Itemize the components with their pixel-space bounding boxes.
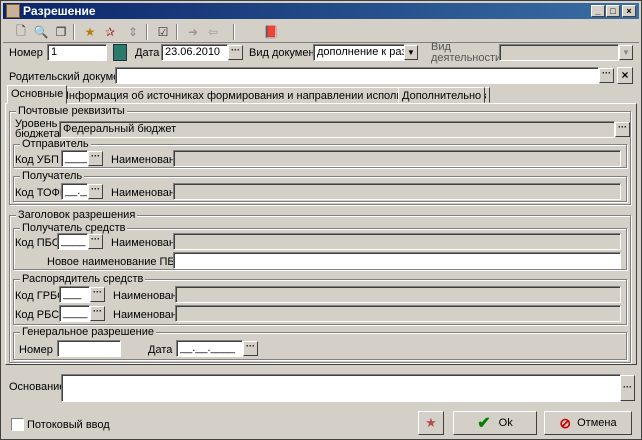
stream-input-checkbox[interactable] <box>11 418 24 431</box>
rbs-code-field[interactable]: ____ <box>59 305 90 322</box>
back-icon[interactable]: ⇦ <box>203 23 223 41</box>
new-doc-icon[interactable]: 🗋 <box>11 23 31 41</box>
toolbar: 🗋 🔍 ❐ ★ ✰ ⇕ ☑ ➜ ⇦ 📕 <box>3 21 639 43</box>
basis-browse-button[interactable]: ··· <box>620 375 635 401</box>
tab-main[interactable]: Основные <box>7 85 68 104</box>
pbs-code-label: Код ПБС <box>15 237 60 249</box>
pbs-code-field[interactable]: ____ <box>57 233 88 250</box>
receiver-code-field[interactable]: __.__ <box>61 183 88 200</box>
star-icon: ★ <box>425 415 437 430</box>
star-add-icon[interactable]: ★ <box>80 23 100 41</box>
gen-date-field[interactable]: __.__.____ <box>176 340 243 357</box>
basis-label: Основание <box>9 381 66 393</box>
maximize-button[interactable]: □ <box>606 5 620 17</box>
cancel-label: Отмена <box>577 417 617 429</box>
rbs-code-browse-button[interactable]: ··· <box>90 306 105 321</box>
doctype-select[interactable]: дополнение к разреше <box>313 44 405 61</box>
stream-input-label: Потоковый ввод <box>27 419 110 431</box>
chevron-down-icon[interactable]: ▼ <box>619 45 633 60</box>
gen-number-label: Номер <box>19 344 53 356</box>
parent-doc-field[interactable] <box>115 67 599 84</box>
receiver-name-field[interactable] <box>173 183 621 200</box>
favorite-button[interactable]: ★ <box>418 411 444 435</box>
budget-label: Уровень бюджета <box>15 118 60 140</box>
chevron-down-icon[interactable]: ▼ <box>404 45 418 60</box>
book-icon[interactable]: 📕 <box>261 23 281 41</box>
basis-field[interactable] <box>61 374 621 402</box>
parent-doc-browse-button[interactable]: ··· <box>599 68 614 83</box>
budget-browse-button[interactable]: ··· <box>615 122 630 137</box>
ok-button[interactable]: ✔ Ok <box>453 411 537 435</box>
grbs-code-label: Код ГРБС <box>15 290 66 302</box>
title-bar: Разрешение _ □ × <box>3 3 639 19</box>
sender-code-browse-button[interactable]: ··· <box>88 151 103 166</box>
number-label: Номер <box>9 47 43 59</box>
pbs-name-field[interactable] <box>173 233 621 250</box>
grbs-code-field[interactable]: ___ <box>59 286 90 303</box>
forward-icon[interactable]: ➜ <box>183 23 203 41</box>
postal-group-title: Почтовые реквизиты <box>16 105 127 117</box>
sender-code-field[interactable]: ____ <box>61 150 88 167</box>
sender-group-title: Отправитель <box>20 138 91 150</box>
pbs-code-browse-button[interactable]: ··· <box>88 234 103 249</box>
number-field[interactable]: 1 <box>47 44 107 61</box>
grbs-name-field[interactable] <box>175 286 621 303</box>
parent-doc-label: Родительский документ <box>9 71 131 83</box>
refresh-icon[interactable]: ⇕ <box>123 23 143 41</box>
sender-name-field[interactable] <box>173 150 621 167</box>
checkmark-icon: ✔ <box>477 415 491 432</box>
date-picker-button[interactable]: ··· <box>228 45 243 60</box>
minimize-button[interactable]: _ <box>591 5 605 17</box>
activity-label: Вид деятельности <box>431 41 502 64</box>
copy-doc-icon[interactable]: ❐ <box>51 23 71 41</box>
ok-label: Ok <box>498 417 513 429</box>
cancel-icon: ⊘ <box>559 414 572 431</box>
date-field[interactable]: 23.06.2010 <box>161 44 228 61</box>
calculator-icon[interactable] <box>113 44 127 61</box>
permission-window: Разрешение _ □ × 🗋 🔍 ❐ ★ ✰ ⇕ ☑ ➜ ⇦ 📕 Ном… <box>0 0 642 440</box>
window-icon <box>6 4 20 18</box>
checklist-icon[interactable]: ☑ <box>153 23 173 41</box>
window-title: Разрешение <box>23 4 96 18</box>
date-label: Дата <box>135 47 160 59</box>
close-button[interactable]: × <box>622 5 636 17</box>
rbs-code-label: Код РБС <box>15 309 60 321</box>
tab-additional[interactable]: Дополнительно <box>398 87 486 103</box>
clear-parent-button[interactable]: × <box>617 67 633 84</box>
view-doc-icon[interactable]: 🔍 <box>31 23 51 41</box>
gen-number-field[interactable] <box>57 340 121 357</box>
gen-date-label: Дата <box>148 344 173 356</box>
grbs-code-browse-button[interactable]: ··· <box>90 287 105 302</box>
permission-header-title: Заголовок разрешения <box>16 209 138 221</box>
star-remove-icon[interactable]: ✰ <box>100 23 120 41</box>
receiver-group-title: Получатель <box>20 170 85 182</box>
activity-select[interactable] <box>499 44 619 61</box>
gen-date-picker-button[interactable]: ··· <box>243 341 258 356</box>
cancel-button[interactable]: ⊘ Отмена <box>544 411 632 435</box>
manager-group-title: Распорядитель средств <box>20 273 146 285</box>
budget-field[interactable]: Федеральный бюджет <box>59 121 615 138</box>
new-pbs-name-label: Новое наименование ПБС <box>47 256 183 268</box>
rbs-name-field[interactable] <box>175 305 621 322</box>
new-pbs-name-field[interactable] <box>173 252 621 269</box>
receiver-code-browse-button[interactable]: ··· <box>88 184 103 199</box>
receiver-code-label: Код ТОФК <box>15 187 67 199</box>
sender-code-label: Код УБП <box>15 154 59 166</box>
general-permission-title: Генеральное разрешение <box>20 326 156 338</box>
